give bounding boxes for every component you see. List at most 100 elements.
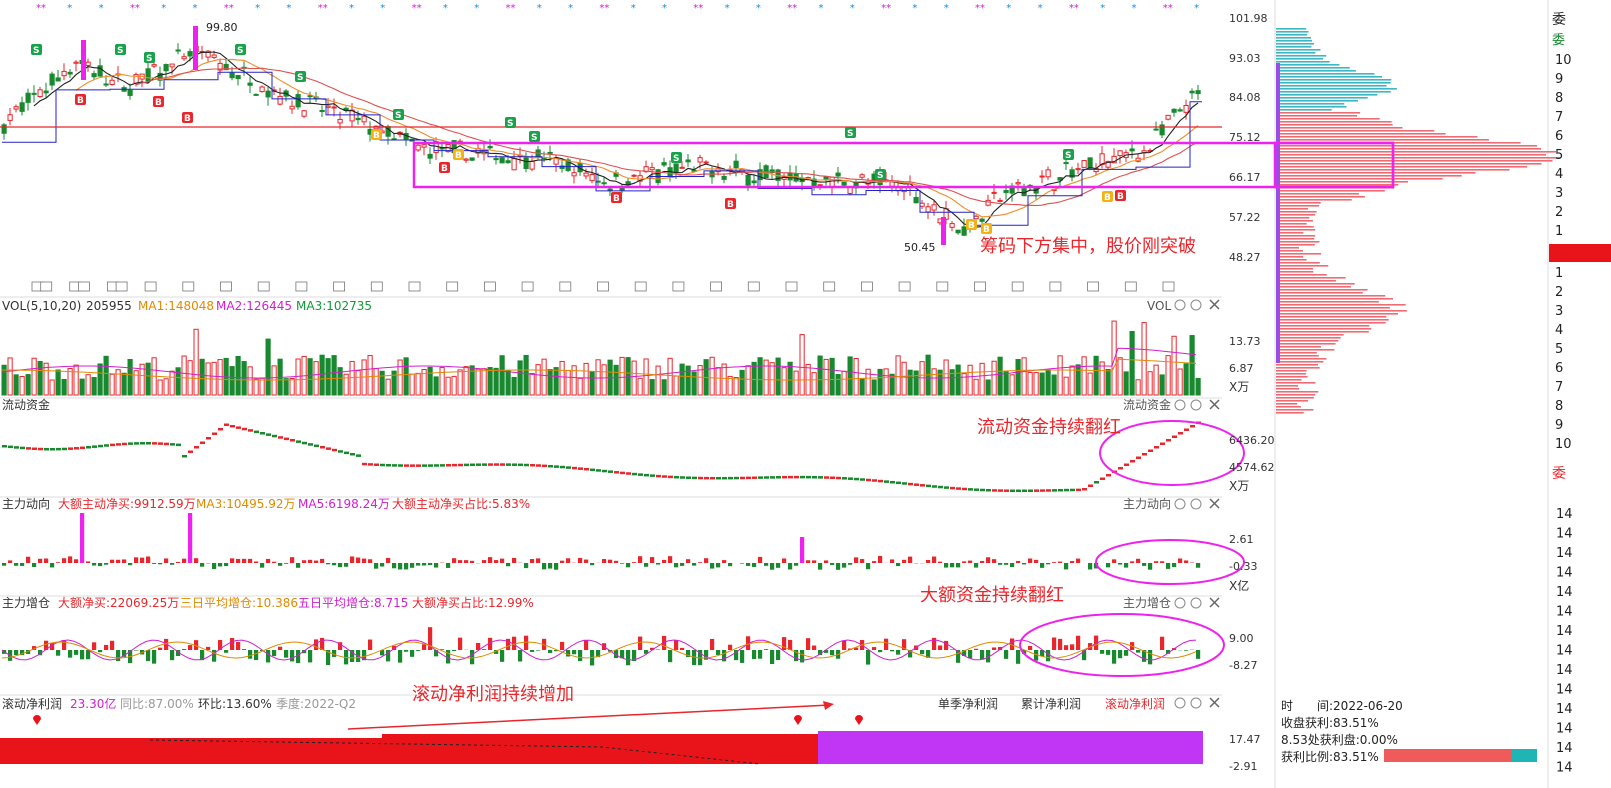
volume-bar bbox=[325, 358, 331, 396]
acc-tick: -8.27 bbox=[1229, 659, 1257, 672]
main-force-bar bbox=[200, 563, 205, 567]
accum-bar bbox=[1112, 650, 1117, 664]
candle-body bbox=[1075, 168, 1081, 171]
tab-rolling-profit[interactable]: 滚动净利润 bbox=[1105, 696, 1165, 711]
event-icon bbox=[1049, 281, 1062, 292]
main-force-bar bbox=[80, 513, 85, 563]
volume-bar bbox=[1189, 335, 1195, 396]
accum-bar bbox=[1028, 645, 1033, 650]
chip-bar bbox=[1276, 64, 1340, 66]
chip-bar bbox=[1276, 127, 1403, 129]
main-force-bar bbox=[194, 558, 199, 563]
flow-dash bbox=[50, 447, 55, 451]
main-force-bar bbox=[560, 560, 565, 563]
tab-quarter-profit[interactable]: 单季净利润 bbox=[938, 697, 998, 711]
tab-cumulative-profit[interactable]: 累计净利润 bbox=[1021, 697, 1081, 711]
flow-dash bbox=[590, 468, 595, 472]
main-force-bar bbox=[554, 563, 559, 570]
chip-bar bbox=[1276, 271, 1314, 273]
flow-dash bbox=[974, 488, 979, 491]
volume-bar bbox=[487, 367, 493, 396]
main-force-bar bbox=[542, 563, 547, 570]
candle-body bbox=[607, 188, 613, 191]
signal-letter: B bbox=[983, 225, 990, 235]
chip-bar bbox=[1276, 154, 1546, 156]
chip-bar bbox=[1276, 391, 1319, 393]
volume-bar bbox=[427, 366, 433, 396]
volume-bar bbox=[97, 363, 103, 396]
main-force-bar bbox=[164, 558, 169, 563]
main-force-header: 主力动向 大额主动净买:9912.59万 MA3:10495.92万 MA5:6… bbox=[2, 496, 530, 511]
accum-bar bbox=[74, 650, 79, 655]
mf-ma5: MA5:6198.24万 bbox=[298, 497, 390, 511]
main-force-bar bbox=[1070, 561, 1075, 563]
main-force-bar bbox=[926, 560, 931, 563]
flow-dash bbox=[512, 463, 517, 466]
flow-dash bbox=[236, 426, 241, 429]
main-force-bar bbox=[1112, 559, 1117, 563]
candle-body bbox=[571, 172, 577, 177]
mf-panel-name: 主力动向 bbox=[1123, 496, 1171, 511]
accum-bar bbox=[530, 650, 535, 652]
volume-bar bbox=[781, 367, 787, 396]
chip-bar bbox=[1276, 133, 1446, 135]
volume-bar bbox=[553, 367, 559, 396]
event-icon bbox=[597, 281, 609, 292]
signal-star-marker: ** bbox=[318, 3, 328, 14]
chip-bar bbox=[1276, 355, 1319, 357]
accum-bar bbox=[56, 650, 61, 656]
signal-letter: S bbox=[531, 133, 537, 143]
signal-star-marker: * bbox=[1038, 3, 1043, 14]
volume-bar bbox=[181, 355, 187, 396]
report-pin-icon bbox=[855, 715, 863, 725]
main-force-bar bbox=[314, 560, 319, 563]
candle-body bbox=[331, 106, 337, 109]
mf-title: 主力动向 bbox=[2, 496, 50, 511]
volume-bar bbox=[1105, 368, 1111, 396]
accum-bar bbox=[410, 650, 415, 657]
flow-dash bbox=[1166, 439, 1171, 442]
flow-dash bbox=[1130, 460, 1135, 463]
main-force-bar bbox=[146, 556, 151, 563]
chip-bar bbox=[1276, 136, 1478, 138]
mf-unit: X亿 bbox=[1229, 578, 1249, 593]
accum-bar bbox=[278, 646, 283, 650]
flow-dash bbox=[188, 450, 193, 453]
flow-dash bbox=[644, 473, 649, 477]
volume-bar bbox=[1009, 374, 1015, 396]
chip-bar bbox=[1276, 76, 1382, 78]
candle-body bbox=[685, 159, 691, 163]
step-line bbox=[2, 71, 1202, 226]
accum-bar bbox=[842, 640, 847, 650]
flow-dash bbox=[32, 447, 37, 451]
main-force-bar bbox=[1064, 563, 1069, 570]
main-force-bar bbox=[110, 559, 115, 563]
signal-star-marker: ** bbox=[130, 3, 140, 14]
signal-letter: B bbox=[155, 98, 162, 108]
main-force-bar bbox=[788, 563, 793, 570]
accum-bar bbox=[152, 650, 157, 664]
main-force-bar bbox=[620, 563, 625, 564]
candle-body bbox=[355, 117, 361, 121]
flow-dash bbox=[1100, 477, 1105, 480]
signal-star-marker: * bbox=[819, 3, 824, 14]
accum-bar bbox=[296, 650, 301, 664]
chip-bar bbox=[1276, 334, 1344, 336]
candle-body bbox=[979, 218, 985, 222]
flow-dash bbox=[8, 445, 13, 449]
accum-bar bbox=[500, 650, 505, 662]
candle-body bbox=[253, 93, 259, 96]
main-force-bar bbox=[32, 563, 37, 567]
main-force-bar bbox=[128, 563, 133, 566]
order-level-label: 6 bbox=[1555, 361, 1563, 376]
flow-dash bbox=[1064, 488, 1069, 492]
candle-body bbox=[25, 92, 31, 103]
volume-bar bbox=[475, 368, 481, 396]
candle-body bbox=[841, 181, 847, 186]
main-force-bar bbox=[614, 560, 619, 563]
volume-bar bbox=[1045, 369, 1051, 396]
signal-star-marker: ** bbox=[599, 3, 609, 14]
signal-letter: B bbox=[613, 194, 620, 204]
flow-dash bbox=[596, 469, 601, 472]
signal-letter: S bbox=[1065, 151, 1071, 161]
